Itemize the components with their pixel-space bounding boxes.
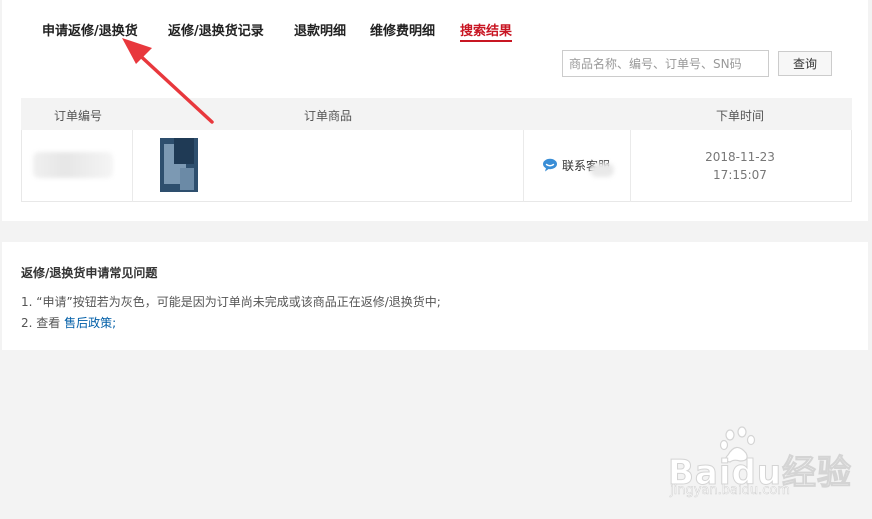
baidu-jingyan-watermark: Baidu经验 jingyan.baidu.com	[667, 425, 868, 505]
tab-refund-details[interactable]: 退款明细	[294, 20, 346, 39]
search-input[interactable]	[562, 50, 769, 77]
order-date: 2018-11-23	[705, 150, 775, 164]
search-button[interactable]: 查询	[778, 51, 832, 76]
column-divider	[132, 130, 133, 202]
watermark-url: jingyan.baidu.com	[670, 483, 790, 499]
column-order-items: 订单商品	[304, 109, 353, 123]
faq-item-1: 1. “申请”按钮若为灰色，可能是因为订单尚未完成或该商品正在返修/退换货中;	[21, 295, 441, 309]
tab-apply-return[interactable]: 申请返修/退换货	[42, 20, 138, 39]
after-sales-policy-link[interactable]: 售后政策;	[64, 316, 116, 330]
column-divider	[523, 130, 524, 202]
chat-bubble-icon	[543, 158, 557, 172]
faq-item-2: 2. 查看 售后政策;	[21, 314, 116, 331]
column-divider	[630, 130, 631, 202]
table-row: 联系客服 2018-11-23 17:15:07	[21, 130, 852, 202]
contact-redacted	[590, 163, 614, 177]
faq-title: 返修/退换货申请常见问题	[21, 266, 158, 280]
order-time: 17:15:07	[713, 168, 767, 182]
faq-panel: 返修/退换货申请常见问题 1. “申请”按钮若为灰色，可能是因为订单尚未完成或该…	[2, 242, 868, 350]
order-number-redacted	[33, 152, 113, 178]
tab-repair-fee-details[interactable]: 维修费明细	[370, 20, 435, 39]
main-panel: 申请返修/退换货 返修/退换货记录 退款明细 维修费明细 搜索结果 查询 订单编…	[2, 0, 868, 221]
column-order-number: 订单编号	[54, 109, 103, 123]
tab-search-results[interactable]: 搜索结果	[460, 20, 513, 42]
product-thumbnail[interactable]	[160, 138, 198, 192]
table-header: 订单编号 订单商品 下单时间	[21, 98, 852, 130]
faq-item-2-prefix: 2. 查看	[21, 316, 61, 330]
column-order-time: 下单时间	[716, 109, 765, 123]
tab-return-records[interactable]: 返修/退换货记录	[168, 20, 264, 39]
